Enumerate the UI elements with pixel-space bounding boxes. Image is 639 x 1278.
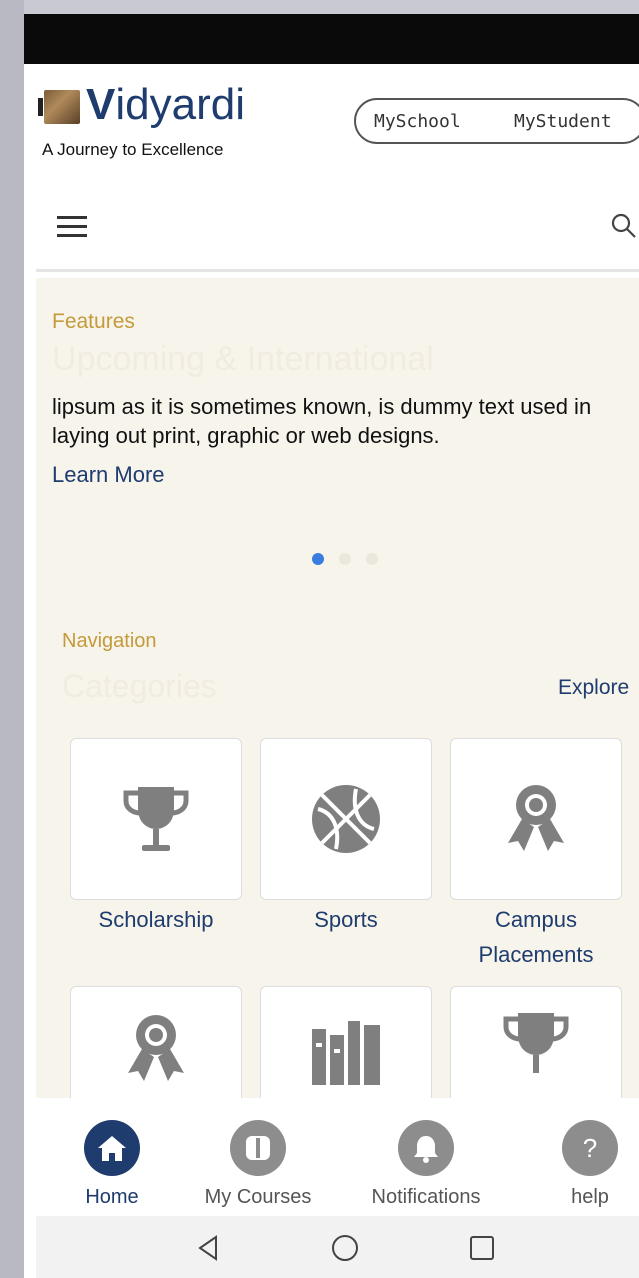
card-label-scholarship: Scholarship xyxy=(98,907,214,932)
basketball-icon xyxy=(312,785,380,853)
system-navigation-bar xyxy=(36,1216,639,1278)
nav-home[interactable]: Home xyxy=(42,1120,182,1209)
card-label-sports: Sports xyxy=(314,907,378,932)
card-label-campus-placements: Campus Placements xyxy=(478,907,594,967)
nav-help[interactable]: ? help xyxy=(520,1120,639,1209)
brand-name: Vidyardi xyxy=(86,80,245,129)
hamburger-menu-icon[interactable] xyxy=(57,216,89,240)
help-icon: ? xyxy=(562,1120,618,1176)
myschool-link[interactable]: MySchool xyxy=(374,111,461,132)
nav-my-courses-label: My Courses xyxy=(204,1186,312,1208)
carousel-dot-1[interactable] xyxy=(312,553,324,565)
nav-notifications[interactable]: Notifications xyxy=(356,1120,496,1209)
category-card-campus-placements[interactable] xyxy=(450,738,622,900)
recents-icon[interactable] xyxy=(468,1234,496,1262)
category-card-sports[interactable] xyxy=(260,738,432,900)
nav-notifications-label: Notifications xyxy=(371,1186,481,1208)
svg-text:?: ? xyxy=(583,1133,597,1163)
trophy-icon xyxy=(503,1013,569,1073)
search-icon[interactable] xyxy=(610,212,638,240)
carousel-indicator xyxy=(312,552,393,570)
device-frame-top xyxy=(0,0,639,14)
portal-switch: MySchool MyStudent xyxy=(354,98,639,144)
home-content: Features Upcoming & International lipsum… xyxy=(36,278,639,1148)
app-screen: Vidyardi A Journey to Excellence MySchoo… xyxy=(24,64,639,1278)
navigation-label: Navigation xyxy=(62,630,157,652)
home-icon xyxy=(84,1120,140,1176)
trophy-icon xyxy=(123,787,189,851)
carousel-dot-2[interactable] xyxy=(339,553,351,565)
features-heading: Upcoming & International xyxy=(52,340,434,378)
features-label: Features xyxy=(52,310,135,333)
back-icon[interactable] xyxy=(194,1234,222,1262)
book-icon xyxy=(38,90,80,124)
bell-icon xyxy=(398,1120,454,1176)
award-ribbon-icon xyxy=(508,785,564,851)
nav-home-label: Home xyxy=(85,1186,139,1208)
device-frame-left xyxy=(0,0,24,1278)
books-icon xyxy=(312,1021,380,1085)
category-card-scholarship[interactable] xyxy=(70,738,242,900)
nav-help-label: help xyxy=(571,1186,609,1208)
bottom-navigation: Home My Courses Notifications ? help xyxy=(36,1098,639,1216)
carousel-dot-3[interactable] xyxy=(366,553,378,565)
features-description: lipsum as it is sometimes known, is dumm… xyxy=(52,394,592,448)
brand-tagline: A Journey to Excellence xyxy=(42,140,224,159)
brand-logo[interactable]: Vidyardi A Journey to Excellence xyxy=(38,80,282,162)
status-bar xyxy=(24,14,639,64)
mystudent-link[interactable]: MyStudent xyxy=(514,111,612,132)
navigation-heading: Categories xyxy=(62,668,217,704)
explore-link[interactable]: Explore xyxy=(558,676,629,700)
courses-icon xyxy=(230,1120,286,1176)
header-divider xyxy=(36,269,639,272)
learn-more-link[interactable]: Learn More xyxy=(52,462,165,488)
award-ribbon-icon xyxy=(128,1015,184,1081)
home-circle-icon[interactable] xyxy=(330,1234,360,1264)
nav-my-courses[interactable]: My Courses xyxy=(188,1120,328,1209)
